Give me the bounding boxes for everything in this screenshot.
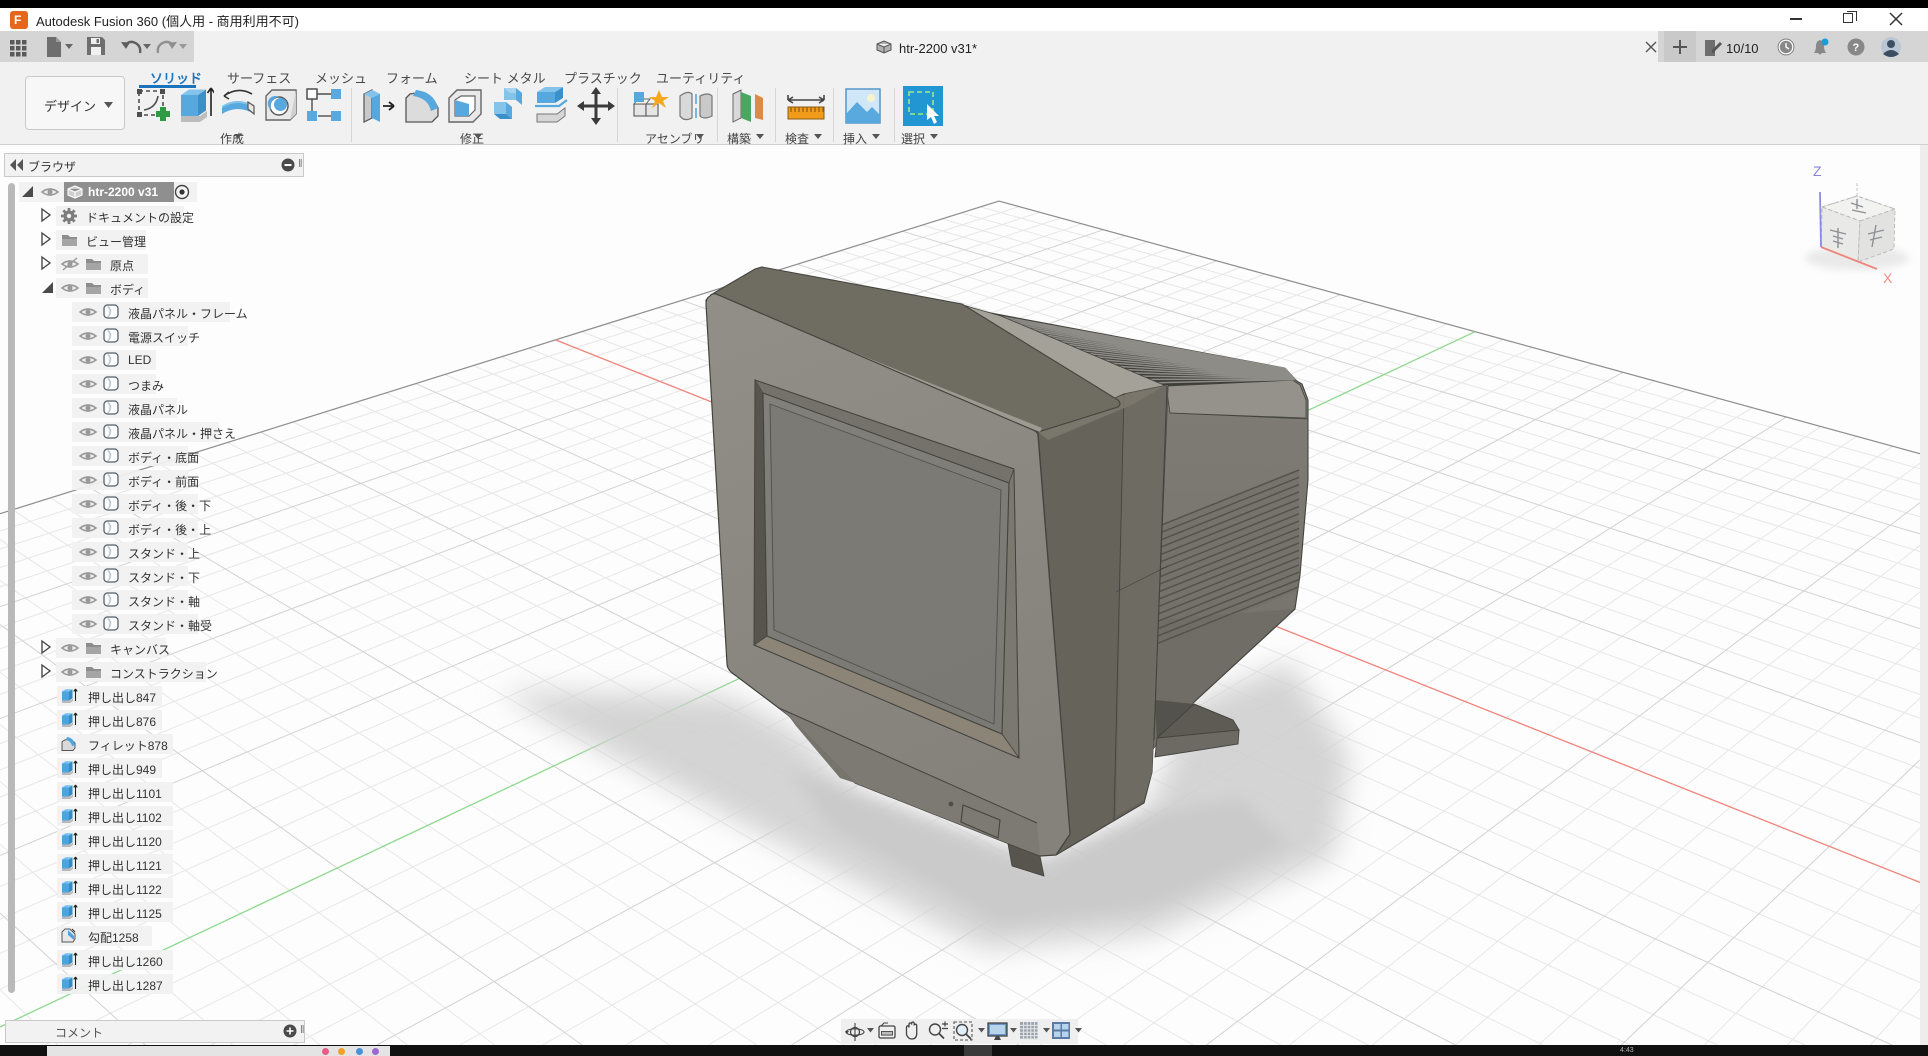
svg-text:X: X <box>1883 270 1893 286</box>
svg-text:Z: Z <box>1813 163 1822 179</box>
